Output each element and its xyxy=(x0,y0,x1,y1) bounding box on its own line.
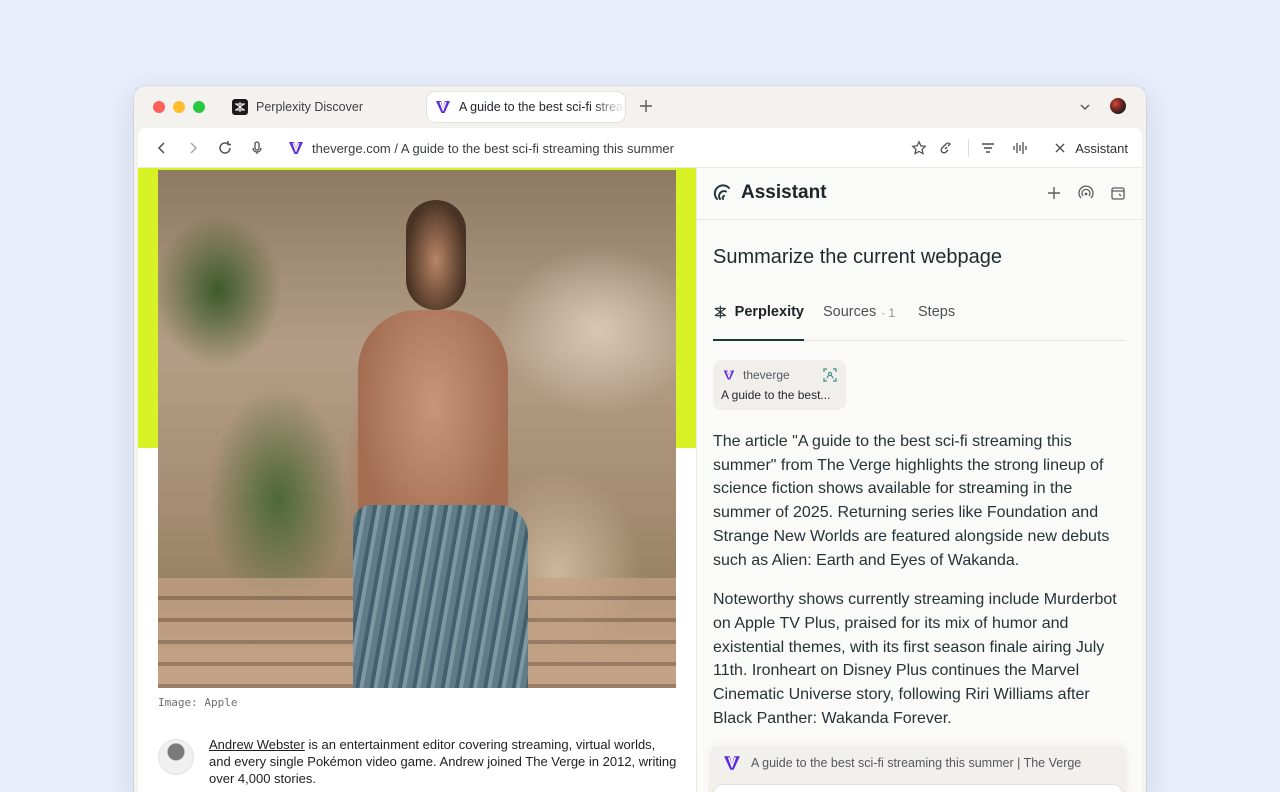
url-text: theverge.com / A guide to the best sci-f… xyxy=(312,140,674,156)
perplexity-icon xyxy=(232,99,248,115)
article-page: Image: Apple Andrew Webster is an entert… xyxy=(138,168,696,792)
assistant-panel: Assistant Summarize the current webpage … xyxy=(696,168,1142,792)
author-avatar[interactable] xyxy=(158,739,194,775)
chevron-down-icon[interactable] xyxy=(1078,100,1092,114)
source-title: A guide to the best... xyxy=(721,388,831,402)
assistant-title-text: Assistant xyxy=(741,182,827,203)
assistant-title: Assistant xyxy=(713,182,827,204)
toolbar-divider xyxy=(968,139,969,157)
perplexity-icon xyxy=(714,305,727,319)
article-hero-image xyxy=(158,170,676,688)
reload-icon[interactable] xyxy=(217,140,233,156)
author-bio: Andrew Webster is an entertainment edito… xyxy=(158,736,678,787)
tab-title: A guide to the best sci-fi streaming thi… xyxy=(459,100,625,114)
tab-verge-article[interactable]: A guide to the best sci-fi streaming thi… xyxy=(427,92,625,122)
tab-sources[interactable]: Sources · 1 xyxy=(823,304,895,340)
hero-figure-head xyxy=(406,200,466,310)
tab-perplexity-discover[interactable]: Perplexity Discover xyxy=(230,92,420,122)
tab-sources-label: Sources xyxy=(823,304,877,320)
source-card[interactable]: theverge A guide to the best... xyxy=(713,360,846,410)
author-name-link[interactable]: Andrew Webster xyxy=(209,737,305,752)
answer-paragraph: Noteworthy shows currently streaming inc… xyxy=(713,591,1117,727)
answer-paragraph: The article "A guide to the best sci-fi … xyxy=(713,433,1110,569)
scan-page-icon xyxy=(823,368,837,382)
tab-steps[interactable]: Steps xyxy=(918,304,955,340)
bookmark-star-icon[interactable] xyxy=(911,140,927,156)
reader-mode-icon[interactable] xyxy=(980,140,996,156)
maximize-window-button[interactable] xyxy=(193,101,205,113)
voice-wave-icon[interactable] xyxy=(1012,140,1028,156)
answer-tabs: Perplexity Sources · 1 Steps xyxy=(713,304,1126,341)
source-site: theverge xyxy=(723,368,790,382)
tab-title: Perplexity Discover xyxy=(256,100,363,114)
follow-up-input[interactable] xyxy=(713,784,1123,792)
verge-icon xyxy=(723,370,735,380)
context-card-title: A guide to the best sci-fi streaming thi… xyxy=(751,756,1082,770)
window-controls xyxy=(153,101,205,113)
source-site-name: theverge xyxy=(743,368,790,382)
broadcast-icon[interactable] xyxy=(1078,185,1094,201)
assistant-header: Assistant xyxy=(697,168,1142,220)
close-window-button[interactable] xyxy=(153,101,165,113)
sources-count: · 1 xyxy=(881,306,896,320)
browser-window: Perplexity Discover A guide to the best … xyxy=(134,86,1146,792)
verge-icon xyxy=(436,101,450,113)
answer-text: The article "A guide to the best sci-fi … xyxy=(713,430,1129,746)
forward-icon[interactable] xyxy=(185,140,201,156)
plus-icon[interactable] xyxy=(1046,185,1062,201)
history-icon[interactable] xyxy=(1110,185,1126,201)
assistant-question: Summarize the current webpage xyxy=(713,246,1003,268)
context-card: A guide to the best sci-fi streaming thi… xyxy=(709,746,1127,792)
tab-perplexity[interactable]: Perplexity xyxy=(713,304,804,341)
address-bar[interactable]: theverge.com / A guide to the best sci-f… xyxy=(288,138,674,158)
tab-strip: Perplexity Discover A guide to the best … xyxy=(134,86,1146,128)
image-caption: Image: Apple xyxy=(158,696,238,709)
author-bio-text: Andrew Webster is an entertainment edito… xyxy=(209,736,678,787)
assistant-toggle-button[interactable]: Assistant xyxy=(1053,138,1128,158)
link-icon[interactable] xyxy=(938,140,954,156)
address-toolbar: theverge.com / A guide to the best sci-f… xyxy=(138,128,1142,168)
back-icon[interactable] xyxy=(154,140,170,156)
tab-steps-label: Steps xyxy=(918,304,956,320)
assistant-toggle-label: Assistant xyxy=(1075,140,1128,156)
context-card-source[interactable]: A guide to the best sci-fi streaming thi… xyxy=(723,754,1081,772)
verge-icon xyxy=(289,142,303,154)
assistant-logo-icon xyxy=(713,184,730,200)
close-icon xyxy=(1055,143,1065,153)
microphone-icon[interactable] xyxy=(249,140,265,156)
tab-perplexity-label: Perplexity xyxy=(734,304,804,320)
hero-figure-wrap xyxy=(353,505,528,688)
minimize-window-button[interactable] xyxy=(173,101,185,113)
verge-icon xyxy=(724,756,740,770)
profile-avatar[interactable] xyxy=(1110,98,1126,114)
new-tab-icon[interactable] xyxy=(638,98,654,114)
content-area: Image: Apple Andrew Webster is an entert… xyxy=(138,168,1142,792)
